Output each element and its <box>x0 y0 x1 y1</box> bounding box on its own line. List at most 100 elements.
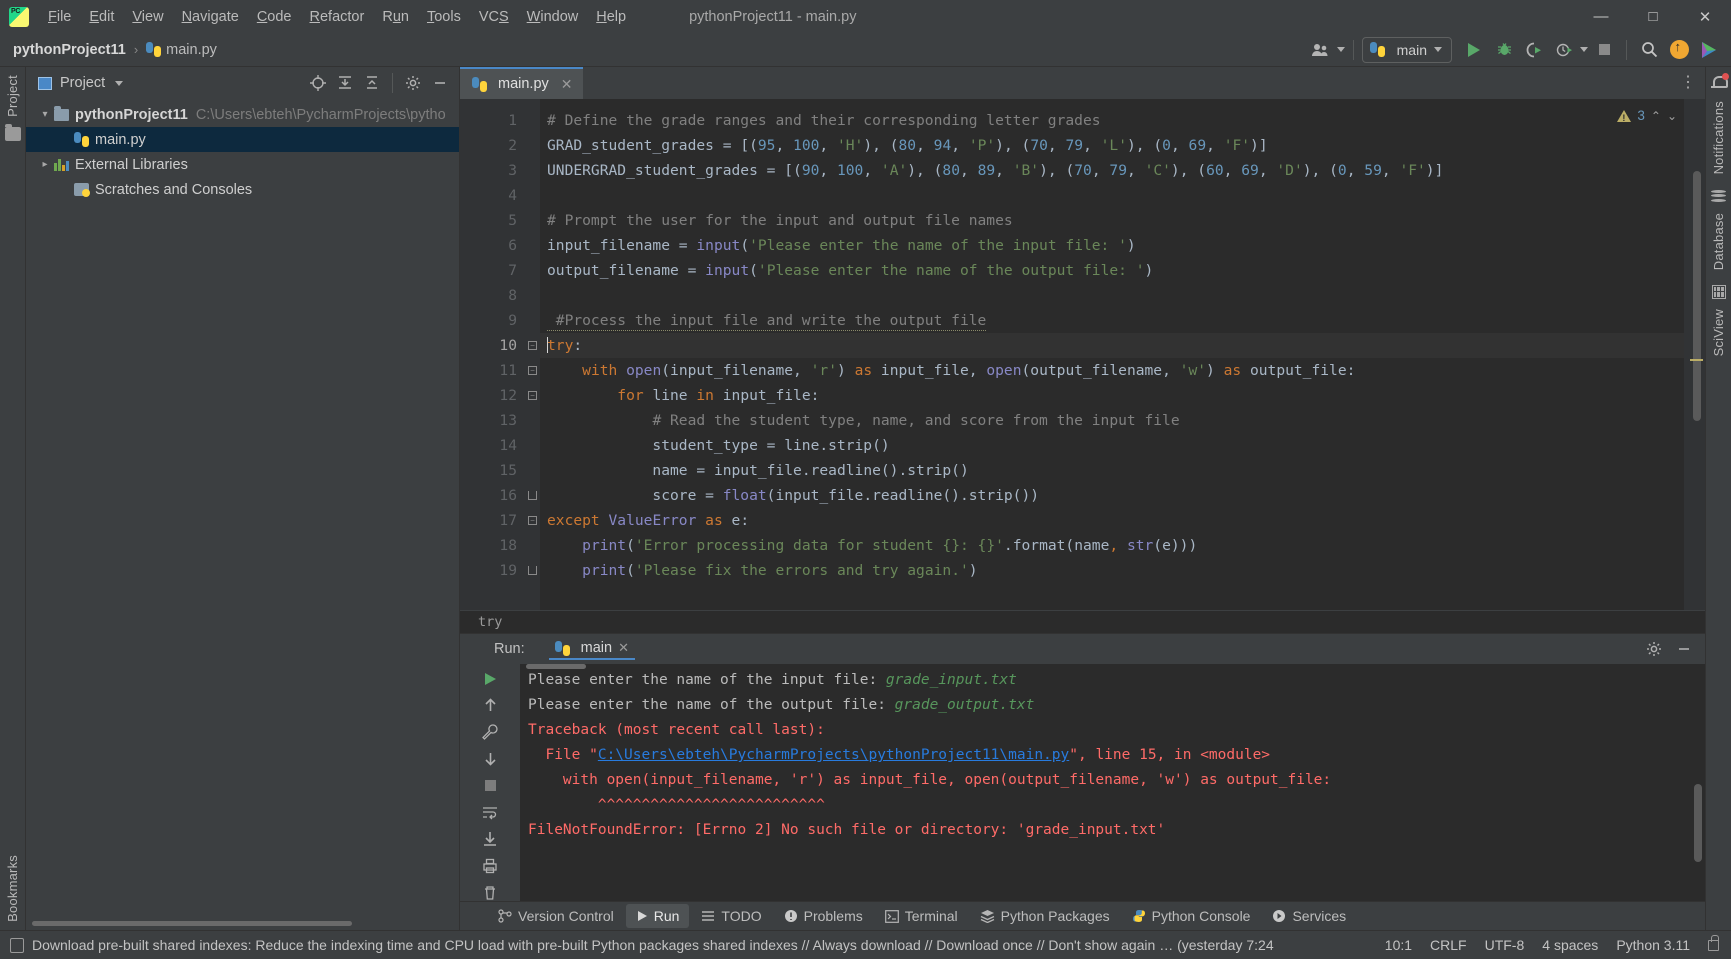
scroll-up-icon[interactable] <box>478 697 502 713</box>
trash-icon[interactable] <box>478 885 502 901</box>
menu-window[interactable]: Window <box>518 5 588 29</box>
line-number[interactable]: 10 <box>460 333 526 358</box>
expand-all-icon[interactable] <box>332 71 358 95</box>
file-encoding[interactable]: UTF-8 <box>1485 937 1525 953</box>
minimize-button[interactable]: — <box>1575 0 1627 33</box>
menu-code[interactable]: Code <box>248 5 301 29</box>
fold-end-icon[interactable] <box>528 566 537 575</box>
tool-strip-project[interactable]: Project <box>5 75 20 117</box>
line-number[interactable]: 14 <box>460 433 526 458</box>
update-icon[interactable] <box>1665 37 1693 63</box>
line-number[interactable]: 6 <box>460 233 526 258</box>
code-line[interactable]: for line in input_file: <box>540 383 1705 408</box>
menu-vcs[interactable]: VCS <box>470 5 518 29</box>
line-number[interactable]: 11 <box>460 358 526 383</box>
lock-icon[interactable] <box>1708 940 1719 951</box>
scrollbar-thumb[interactable] <box>1693 171 1701 421</box>
collapse-all-icon[interactable] <box>359 71 385 95</box>
search-icon[interactable] <box>1635 37 1663 63</box>
tree-node-scratches[interactable]: Scratches and Consoles <box>26 177 459 202</box>
code-line[interactable]: output_filename = input('Please enter th… <box>540 258 1705 283</box>
hide-panel-icon[interactable] <box>427 71 453 95</box>
menu-run[interactable]: Run <box>373 5 418 29</box>
scroll-down-icon[interactable] <box>478 751 502 767</box>
profiler-chevron-down-icon[interactable] <box>1580 47 1588 52</box>
wrench-icon[interactable] <box>478 724 502 740</box>
previous-problem-icon[interactable]: ⌃ <box>1651 109 1661 123</box>
menu-view[interactable]: View <box>123 5 172 29</box>
scroll-to-end-icon[interactable] <box>478 831 502 847</box>
menu-refactor[interactable]: Refactor <box>301 5 374 29</box>
code-line[interactable]: except ValueError as e: <box>540 508 1705 533</box>
run-tab-main[interactable]: main ✕ <box>549 638 635 660</box>
code-line[interactable]: UNDERGRAD_student_grades = [(90, 100, 'A… <box>540 158 1705 183</box>
line-number[interactable]: 7 <box>460 258 526 283</box>
fold-marker[interactable] <box>526 558 540 583</box>
hide-panel-icon[interactable] <box>1671 637 1697 661</box>
code-line[interactable]: student_type = line.strip() <box>540 433 1705 458</box>
soft-wrap-icon[interactable] <box>478 804 502 820</box>
warning-marker[interactable] <box>1690 359 1703 361</box>
breadcrumb-file[interactable]: main.py <box>166 42 217 58</box>
debug-icon[interactable] <box>1490 37 1518 63</box>
fold-collapse-icon[interactable]: − <box>528 341 537 350</box>
fold-marker[interactable]: − <box>526 333 540 358</box>
scrollbar-thumb[interactable] <box>32 921 352 926</box>
caret-position[interactable]: 10:1 <box>1385 937 1412 953</box>
code-line[interactable] <box>540 283 1705 308</box>
notifications-bell-icon[interactable] <box>1711 75 1727 91</box>
line-number[interactable]: 1 <box>460 108 526 133</box>
chevron-right-icon[interactable]: ▸ <box>36 159 54 170</box>
tab-main-py[interactable]: main.py ✕ <box>460 67 583 99</box>
code-line[interactable] <box>540 183 1705 208</box>
fold-marker[interactable]: − <box>526 508 540 533</box>
stop-button[interactable] <box>1590 37 1618 63</box>
tool-tab-python-packages[interactable]: Python Packages <box>970 904 1120 928</box>
editor-options-icon[interactable]: ⋮ <box>1680 72 1697 92</box>
line-number[interactable]: 5 <box>460 208 526 233</box>
tool-strip-bookmarks[interactable]: Bookmarks <box>5 855 20 922</box>
code-editor[interactable]: 12345678910111213141516171819 −−−− # Def… <box>460 99 1705 610</box>
line-separator[interactable]: CRLF <box>1430 937 1467 953</box>
menu-file[interactable]: File <box>39 5 80 29</box>
tool-strip-database[interactable]: Database <box>1711 213 1726 270</box>
code-line[interactable]: #Process the input file and write the ou… <box>540 308 1705 333</box>
console-scrollbar-thumb[interactable] <box>1694 784 1702 862</box>
fold-collapse-icon[interactable]: − <box>528 366 537 375</box>
line-number[interactable]: 4 <box>460 183 526 208</box>
editor-markup-scrollbar[interactable] <box>1684 99 1705 610</box>
fold-collapse-icon[interactable]: − <box>528 516 537 525</box>
breadcrumb-project[interactable]: pythonProject11 <box>13 42 126 58</box>
tool-tab-version-control[interactable]: Version Control <box>488 904 624 928</box>
project-view-chevron-down-icon[interactable] <box>115 81 123 86</box>
line-number[interactable]: 2 <box>460 133 526 158</box>
code-line[interactable]: try: <box>540 333 1705 358</box>
tool-tab-terminal[interactable]: Terminal <box>875 904 968 928</box>
code-line[interactable]: # Read the student type, name, and score… <box>540 408 1705 433</box>
code-folding-gutter[interactable]: −−−− <box>526 99 540 610</box>
run-console-output[interactable]: Please enter the name of the input file:… <box>520 664 1705 901</box>
next-problem-icon[interactable]: ⌄ <box>1667 109 1677 123</box>
code-line[interactable]: name = input_file.readline().strip() <box>540 458 1705 483</box>
line-number[interactable]: 8 <box>460 283 526 308</box>
tool-tab-problems[interactable]: Problems <box>774 904 873 928</box>
menu-tools[interactable]: Tools <box>418 5 470 29</box>
line-number[interactable]: 9 <box>460 308 526 333</box>
account-icon[interactable] <box>1307 37 1335 63</box>
fold-marker[interactable] <box>526 483 540 508</box>
account-chevron-down-icon[interactable] <box>1337 47 1345 52</box>
code-line[interactable]: print('Please fix the errors and try aga… <box>540 558 1705 583</box>
tree-node-external-libraries[interactable]: ▸ External Libraries <box>26 152 459 177</box>
code-text-area[interactable]: # Define the grade ranges and their corr… <box>540 99 1705 610</box>
stop-process-icon[interactable] <box>478 778 502 793</box>
folder-icon[interactable] <box>5 127 21 141</box>
tool-tab-todo[interactable]: TODO <box>691 904 771 928</box>
tool-strip-notifications[interactable]: Notifications <box>1711 101 1726 174</box>
code-line[interactable]: GRAD_student_grades = [(95, 100, 'H'), (… <box>540 133 1705 158</box>
database-icon[interactable] <box>1711 188 1726 203</box>
code-line[interactable]: print('Error processing data for student… <box>540 533 1705 558</box>
close-button[interactable]: ✕ <box>1679 0 1731 33</box>
tree-node-main-py[interactable]: main.py <box>26 127 459 152</box>
line-number[interactable]: 19 <box>460 558 526 583</box>
code-line[interactable]: input_filename = input('Please enter the… <box>540 233 1705 258</box>
